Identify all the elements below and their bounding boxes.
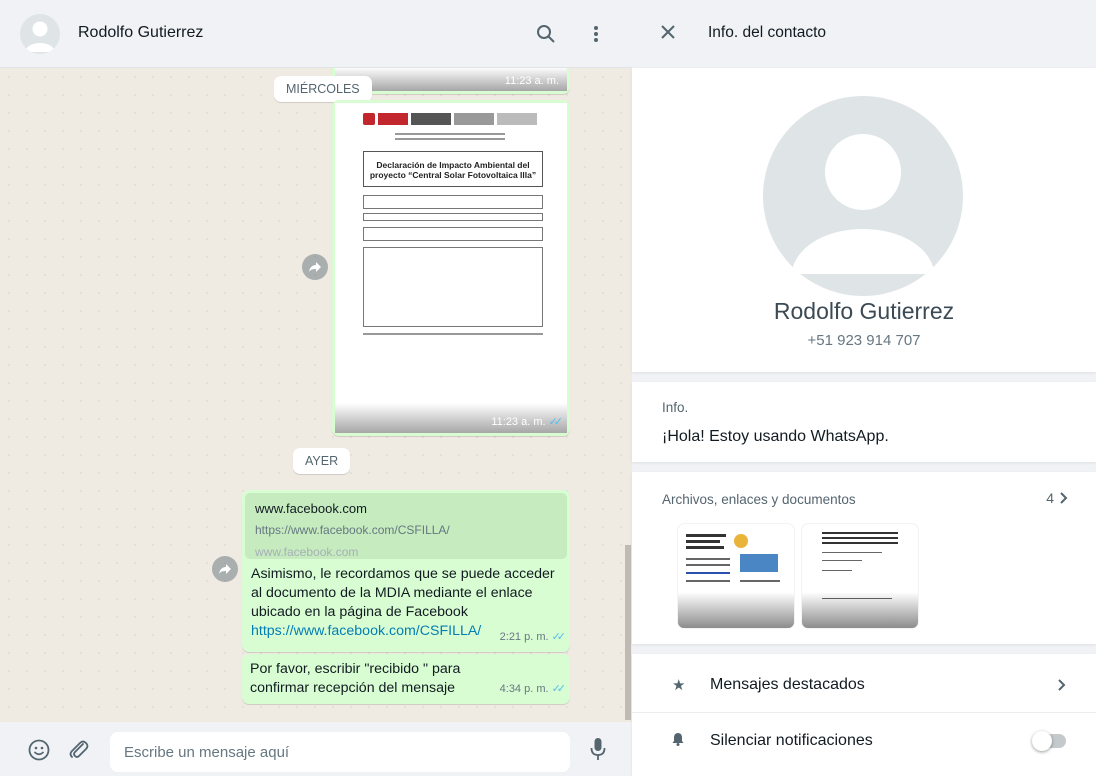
- message-time: 11:23 a. m.: [504, 75, 559, 87]
- scrollbar[interactable]: [625, 545, 631, 720]
- message-text: Asimismo, le recordamos que se puede acc…: [251, 566, 555, 620]
- message-input[interactable]: [110, 732, 570, 772]
- message-time: 2:21 p. m.: [499, 631, 549, 643]
- message-time: 4:34 p. m.: [499, 683, 549, 695]
- contact-info-pane: Info. del contacto Rodolfo Gutierrez +51…: [632, 0, 1096, 776]
- attach-icon[interactable]: [68, 738, 90, 767]
- toggle-knob: [1032, 731, 1052, 751]
- options-card: ★ Mensajes destacados Silenciar notifica…: [632, 654, 1096, 776]
- media-count: 4: [1046, 490, 1054, 506]
- mute-toggle[interactable]: [1032, 731, 1066, 751]
- starred-messages-row[interactable]: ★ Mensajes destacados: [632, 656, 1096, 714]
- compose-bar: [0, 722, 632, 776]
- double-check-icon: ✓✓: [551, 631, 567, 643]
- star-icon: ★: [672, 677, 686, 694]
- microphone-icon[interactable]: [590, 737, 606, 766]
- date-separator-wednesday: MIÉRCOLES: [274, 76, 372, 102]
- contact-info-title: Info. del contacto: [708, 24, 827, 41]
- chevron-right-icon: [1058, 679, 1066, 691]
- media-label[interactable]: Archivos, enlaces y documentos: [662, 492, 856, 507]
- search-icon[interactable]: [532, 20, 560, 48]
- text-message[interactable]: Por favor, escribir "recibido " para con…: [242, 654, 570, 704]
- message-meta: 2:21 p. m. ✓✓: [499, 628, 567, 647]
- mute-notifications-label: Silenciar notificaciones: [710, 732, 873, 749]
- message-time: 11:23 a. m.: [491, 415, 546, 428]
- media-thumbnail[interactable]: [678, 524, 794, 628]
- mute-notifications-row[interactable]: Silenciar notificaciones: [632, 712, 1096, 770]
- about-label: Info.: [662, 400, 689, 415]
- forward-icon[interactable]: [302, 254, 328, 280]
- chat-pane: Rodolfo Gutierrez 11:23 a. m. MIÉRCOLES: [0, 0, 632, 776]
- profile-name: Rodolfo Gutierrez: [773, 298, 955, 324]
- image-message-document[interactable]: Declaración de Impacto Ambiental del pro…: [332, 100, 570, 436]
- link-message[interactable]: www.facebook.com https://www.facebook.co…: [242, 490, 570, 652]
- double-check-icon: ✓✓: [551, 683, 567, 695]
- document-preview: Declaración de Impacto Ambiental del pro…: [335, 103, 567, 433]
- message-list[interactable]: 11:23 a. m. MIÉRCOLES Declaración de Imp…: [0, 68, 632, 722]
- link-preview-title: www.facebook.com: [255, 501, 367, 516]
- starred-messages-label: Mensajes destacados: [710, 676, 865, 693]
- profile-phone: +51 923 914 707: [807, 332, 921, 349]
- media-card: Archivos, enlaces y documentos 4: [632, 472, 1096, 644]
- link-preview-url: https://www.facebook.com/CSFILLA/: [255, 523, 450, 537]
- emoji-icon[interactable]: [28, 739, 50, 766]
- chat-header[interactable]: Rodolfo Gutierrez: [0, 0, 632, 68]
- about-text: ¡Hola! Estoy usando WhatsApp.: [662, 428, 889, 445]
- bell-icon: [672, 732, 684, 750]
- about-card: Info. ¡Hola! Estoy usando WhatsApp.: [632, 382, 1096, 462]
- contact-info-header: Info. del contacto: [632, 0, 1096, 68]
- media-count-link[interactable]: 4: [1046, 490, 1068, 506]
- double-check-icon: ✓✓: [548, 416, 564, 428]
- document-title-line1: Declaración de Impacto Ambiental del: [376, 160, 530, 170]
- forward-icon[interactable]: [212, 556, 238, 582]
- avatar[interactable]: [20, 14, 60, 54]
- menu-icon[interactable]: [582, 20, 610, 48]
- document-title-line2: proyecto “Central Solar Fotovoltaica Ill…: [369, 170, 537, 180]
- chat-contact-name[interactable]: Rodolfo Gutierrez: [78, 24, 203, 42]
- media-thumbnail[interactable]: [802, 524, 918, 628]
- profile-card: Rodolfo Gutierrez +51 923 914 707: [632, 68, 1096, 372]
- link-preview[interactable]: www.facebook.com https://www.facebook.co…: [245, 493, 567, 559]
- message-meta: 4:34 p. m. ✓✓: [499, 680, 567, 699]
- message-link[interactable]: https://www.facebook.com/CSFILLA/: [251, 623, 481, 639]
- profile-avatar[interactable]: [763, 96, 963, 296]
- whatsapp-window: Rodolfo Gutierrez 11:23 a. m. MIÉRCOLES: [0, 0, 1096, 776]
- close-icon[interactable]: [660, 22, 682, 44]
- chevron-right-icon: [1060, 492, 1068, 504]
- date-separator-yesterday: AYER: [293, 448, 351, 474]
